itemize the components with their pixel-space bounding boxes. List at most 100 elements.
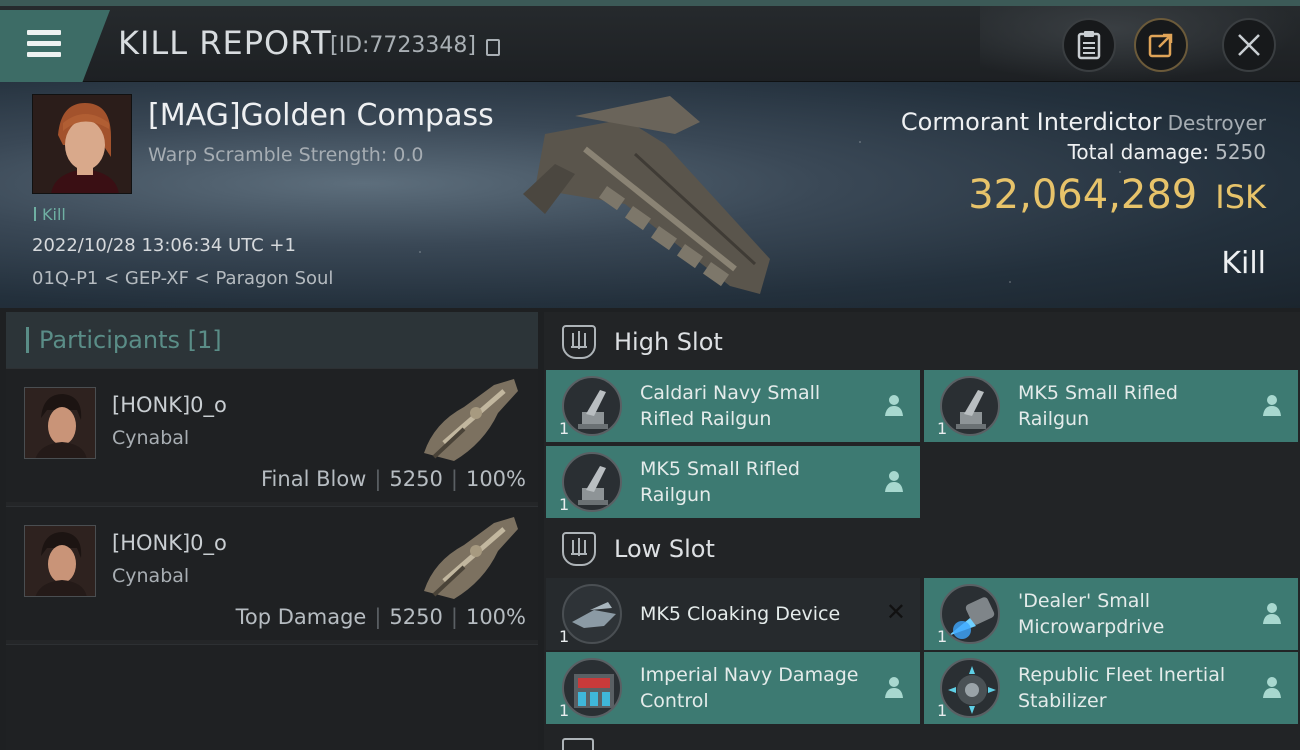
ship-class: Destroyer [1167,111,1266,135]
total-damage-value: 5250 [1215,140,1266,164]
victim-ship-image[interactable] [515,94,785,294]
clipboard-icon [1077,31,1101,60]
participants-header: Participants [1] [6,312,538,368]
destroyed-x-icon: ✕ [885,598,906,626]
dropped-person-icon [1263,677,1281,698]
high-slot-module[interactable]: 1 Caldari Navy Small Rifled Railgun [546,370,920,442]
module-name: MK5 Small Rifled Railgun [1018,382,1178,430]
participant-name[interactable]: [HONK]0_o [112,393,227,417]
high-slot-icon [562,325,596,359]
low-slot-module[interactable]: 1 Republic Fleet Inertial Stabilizer [924,652,1298,724]
dropped-person-icon [1263,395,1281,416]
participant-card[interactable]: [HONK]0_o Cynabal Top Damage | 5250 | 100% [6,506,538,640]
close-button[interactable] [1222,18,1276,72]
module-quantity: 1 [559,701,570,720]
dropped-person-icon [885,677,903,698]
participant-stats: Top Damage | 5250 | 100% [235,605,526,629]
copy-icon[interactable] [486,39,500,56]
participant-avatar[interactable] [24,387,96,459]
participant-ship: Cynabal [112,565,190,587]
dropped-person-icon [885,395,903,416]
dropped-person-icon [885,471,903,492]
participants-title: Participants [39,326,180,354]
participant-percent: 100% [465,605,526,629]
kill-result: Kill [1221,246,1266,281]
victim-name[interactable]: [MAG]Golden Compass [148,98,494,133]
module-quantity: 1 [559,419,570,438]
participant-avatar[interactable] [24,525,96,597]
participant-ship-image[interactable] [414,511,524,607]
participant-avatar-image [25,526,95,596]
warp-scramble-strength: Warp Scramble Strength: 0.0 [148,144,424,166]
module-name: Republic Fleet Inertial Stabilizer [1018,664,1226,712]
module-name: Caldari Navy Small Rifled Railgun [640,382,821,430]
low-slot-module[interactable]: 1 'Dealer' Small Microwarpdrive [924,578,1298,650]
participant-role: Top Damage [235,605,367,629]
module-quantity: 1 [559,495,570,514]
dropped-person-icon [1263,603,1281,624]
report-id: [ID:7723348] [330,33,476,58]
cloaking-device-icon [562,584,622,644]
isk-unit: ISK [1215,178,1266,216]
low-slot-module[interactable]: 1 Imperial Navy Damage Control [546,652,920,724]
module-quantity: 1 [937,627,948,646]
victim-portrait[interactable] [32,94,132,194]
low-slot-label: Low Slot [614,535,715,563]
module-name: MK5 Cloaking Device [640,603,841,625]
damage-control-icon [562,658,622,718]
participant-ship: Cynabal [112,427,190,449]
participant-avatar-image [25,388,95,458]
high-slot-label: High Slot [614,328,723,356]
railgun-icon [940,376,1000,436]
participant-name[interactable]: [HONK]0_o [112,531,227,555]
low-slot-header: Low Slot [544,521,1300,577]
participant-damage: 5250 [389,467,443,491]
module-name: MK5 Small Rifled Railgun [640,458,800,506]
low-slot-module[interactable]: 1 MK5 Cloaking Device ✕ [546,578,920,650]
railgun-icon [562,376,622,436]
module-quantity: 1 [559,627,570,646]
participant-card[interactable]: [HONK]0_o Cynabal Final Blow | 5250 | 100% [6,368,538,502]
module-name: Imperial Navy Damage Control [640,664,859,712]
total-damage: Total damage: 5250 [1068,140,1266,164]
close-icon [1238,34,1260,56]
isk-amount: 32,064,289 [968,172,1198,218]
victim-portrait-image [33,95,131,193]
low-slot-icon [562,532,596,566]
module-name: 'Dealer' Small Microwarpdrive [1018,590,1165,638]
high-slot-module[interactable]: 1 MK5 Small Rifled Railgun [546,446,920,518]
total-damage-label: Total damage: [1067,140,1210,164]
share-button[interactable] [1134,18,1188,72]
participant-role: Final Blow [261,467,367,491]
participants-empty-area [6,644,538,750]
clipboard-button[interactable] [1062,18,1116,72]
high-slot-header: High Slot [544,314,1300,370]
kill-location[interactable]: 01Q-P1 < GEP-XF < Paragon Soul [32,268,333,289]
participants-panel: Participants [1] [HONK]0_o Cynabal Final… [6,312,538,750]
isk-value: 32,064,289 ISK [968,172,1266,218]
microwarpdrive-icon [940,584,1000,644]
module-quantity: 1 [937,419,948,438]
mid-slot-icon [562,738,594,750]
participant-damage: 5250 [389,605,443,629]
inertial-stabilizer-icon [940,658,1000,718]
ship-name-text: Cormorant Interdictor [900,108,1162,136]
kill-tag: Kill [34,205,66,224]
victim-ship-name[interactable]: Cormorant Interdictor Destroyer [901,108,1266,136]
participant-stats: Final Blow | 5250 | 100% [261,467,526,491]
page-title: KILL REPORT [118,24,332,62]
menu-icon-bar [27,52,61,57]
menu-button[interactable] [0,10,110,82]
victim-banner: [MAG]Golden Compass Warp Scramble Streng… [0,82,1300,308]
participant-percent: 100% [465,467,526,491]
menu-icon [27,30,61,35]
participants-count: [1] [187,326,222,354]
share-icon [1148,33,1173,58]
menu-icon-bar [27,41,61,46]
header-bar: KILL REPORT [ID:7723348] [0,6,1300,82]
railgun-icon [562,452,622,512]
kill-timestamp: 2022/10/28 13:06:34 UTC +1 [32,235,296,256]
high-slot-module[interactable]: 1 MK5 Small Rifled Railgun [924,370,1298,442]
participant-ship-image[interactable] [414,373,524,469]
module-quantity: 1 [937,701,948,720]
